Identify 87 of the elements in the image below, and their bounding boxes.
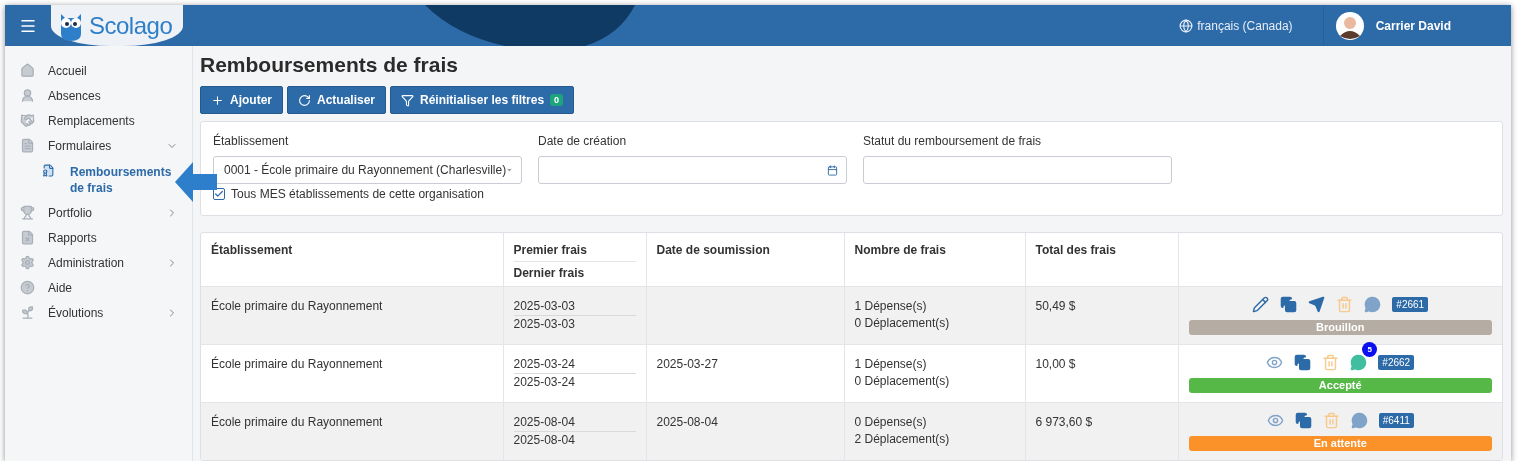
table-cell-text: École primaire du Rayonnement (211, 297, 384, 315)
edit-button[interactable] (1252, 296, 1270, 313)
send-button[interactable] (1308, 296, 1326, 313)
date-field[interactable] (538, 156, 847, 184)
pointer-arrow (175, 162, 217, 202)
id-tag: #2662 (1378, 355, 1415, 370)
sidebar-item[interactable]: Évolutions (20, 300, 192, 325)
table-cell: 2025-03-24 (513, 355, 636, 374)
table-cell-text: 10,00 $ (1035, 355, 1077, 373)
comment-button[interactable] (1364, 296, 1382, 313)
toolbar-button[interactable]: Ajouter (200, 86, 283, 114)
field-label: Date de création (538, 134, 628, 148)
table-cell-text: 0 Déplacement(s) (854, 314, 951, 332)
table-cell-text: 50,49 $ (1035, 297, 1077, 315)
document-x-icon (20, 230, 35, 245)
refresh-icon (298, 93, 311, 107)
status-bar: Brouillon (1188, 319, 1492, 335)
calendar-icon (827, 164, 838, 176)
globe-icon (1179, 18, 1194, 33)
copy-button[interactable] (1280, 296, 1298, 313)
sidebar-item[interactable]: Aide (20, 275, 192, 300)
sidebar-item[interactable]: Portfolio (20, 200, 192, 225)
table-cell-text: 2025-03-27 (656, 355, 719, 373)
column-header: Nombre de frais (854, 243, 946, 257)
brand-logo: Scolago (89, 11, 173, 40)
status-bar: En attente (1188, 435, 1492, 451)
column-header: Établissement (211, 243, 293, 257)
sidebar-item[interactable]: Accueil (20, 58, 192, 83)
sidebar-item[interactable]: Absences (20, 83, 192, 108)
document-icon (20, 138, 35, 153)
table-cell-text: 2 Déplacement(s) (854, 430, 951, 448)
table-cell-text: 6 973,60 $ (1035, 413, 1094, 431)
field-label: Établissement (213, 134, 290, 148)
status-field[interactable] (863, 156, 1172, 184)
copy-button[interactable] (1294, 354, 1312, 371)
id-tag: #6411 (1378, 413, 1414, 428)
establishment-select[interactable]: 0001 - École primaire du Rayonnement (Charlesville) (213, 156, 522, 184)
home-icon (20, 63, 35, 78)
filter-count: 0 (550, 94, 564, 106)
table-cell-text: 1 Dépense(s) (854, 297, 928, 315)
delete-button[interactable] (1322, 354, 1340, 371)
column-header: Date de soumission (656, 243, 770, 257)
column-header: Total des frais (1035, 243, 1116, 257)
table-cell: 2025-03-03 (513, 297, 636, 316)
sidebar-subitem[interactable]: Remboursements de frais (20, 158, 170, 200)
sidebar-item[interactable]: Rapports (20, 225, 192, 250)
copy-button[interactable] (1294, 412, 1312, 429)
checkbox-label: Tous MES établissements de cette organisation (231, 187, 484, 201)
column-header: Dernier frais (513, 266, 585, 280)
handshake-icon (20, 113, 35, 128)
sprout-icon (20, 305, 35, 320)
table-cell-text: 0 Dépense(s) (854, 413, 928, 431)
id-tag: #2661 (1392, 297, 1429, 312)
question-mark-icon (20, 280, 35, 295)
view-button[interactable] (1266, 354, 1284, 371)
plus-icon (211, 93, 224, 107)
delete-button[interactable] (1336, 296, 1354, 313)
table-cell-text: École primaire du Rayonnement (211, 355, 384, 373)
language-link[interactable]: français (Canada) (1149, 5, 1324, 46)
status-bar: Accepté (1188, 377, 1492, 393)
sidebar-item[interactable]: Administration (20, 250, 192, 275)
trophy-icon (20, 205, 35, 220)
table-cell-text: École primaire du Rayonnement (211, 413, 384, 431)
view-button[interactable] (1266, 412, 1284, 429)
caret-icon (506, 165, 513, 175)
table-cell-text: 2025-03-03 (513, 315, 576, 333)
sidebar-item[interactable]: Remplacements (20, 108, 192, 133)
table-cell-text: 2025-08-04 (656, 413, 719, 431)
comment-button[interactable] (1350, 412, 1368, 429)
table-cell-text: 1 Dépense(s) (854, 355, 928, 373)
sidebar-item[interactable]: Formulaires (20, 133, 192, 158)
toolbar-button[interactable]: Réinitialiser les filtres 0 (390, 86, 575, 114)
gear-icon (20, 255, 35, 270)
delete-button[interactable] (1322, 412, 1340, 429)
user-name[interactable]: Carrier David (1375, 18, 1451, 33)
table-cell: 2025-08-04 (513, 413, 636, 432)
table-cell-text: 2025-03-24 (513, 373, 576, 391)
column-header: Premier frais (513, 243, 587, 257)
filter-icon (401, 93, 415, 107)
checkbox[interactable] (213, 188, 225, 200)
field-label: Statut du remboursement de frais (863, 134, 1043, 148)
avatar-icon (1335, 11, 1364, 40)
toolbar-button[interactable]: Actualiser (287, 86, 387, 114)
page-title: Remboursements de frais (200, 52, 459, 78)
table-cell-text: 2025-08-04 (513, 431, 576, 449)
comment-button[interactable] (1350, 354, 1368, 371)
table-cell-text: 0 Déplacement(s) (854, 372, 951, 390)
